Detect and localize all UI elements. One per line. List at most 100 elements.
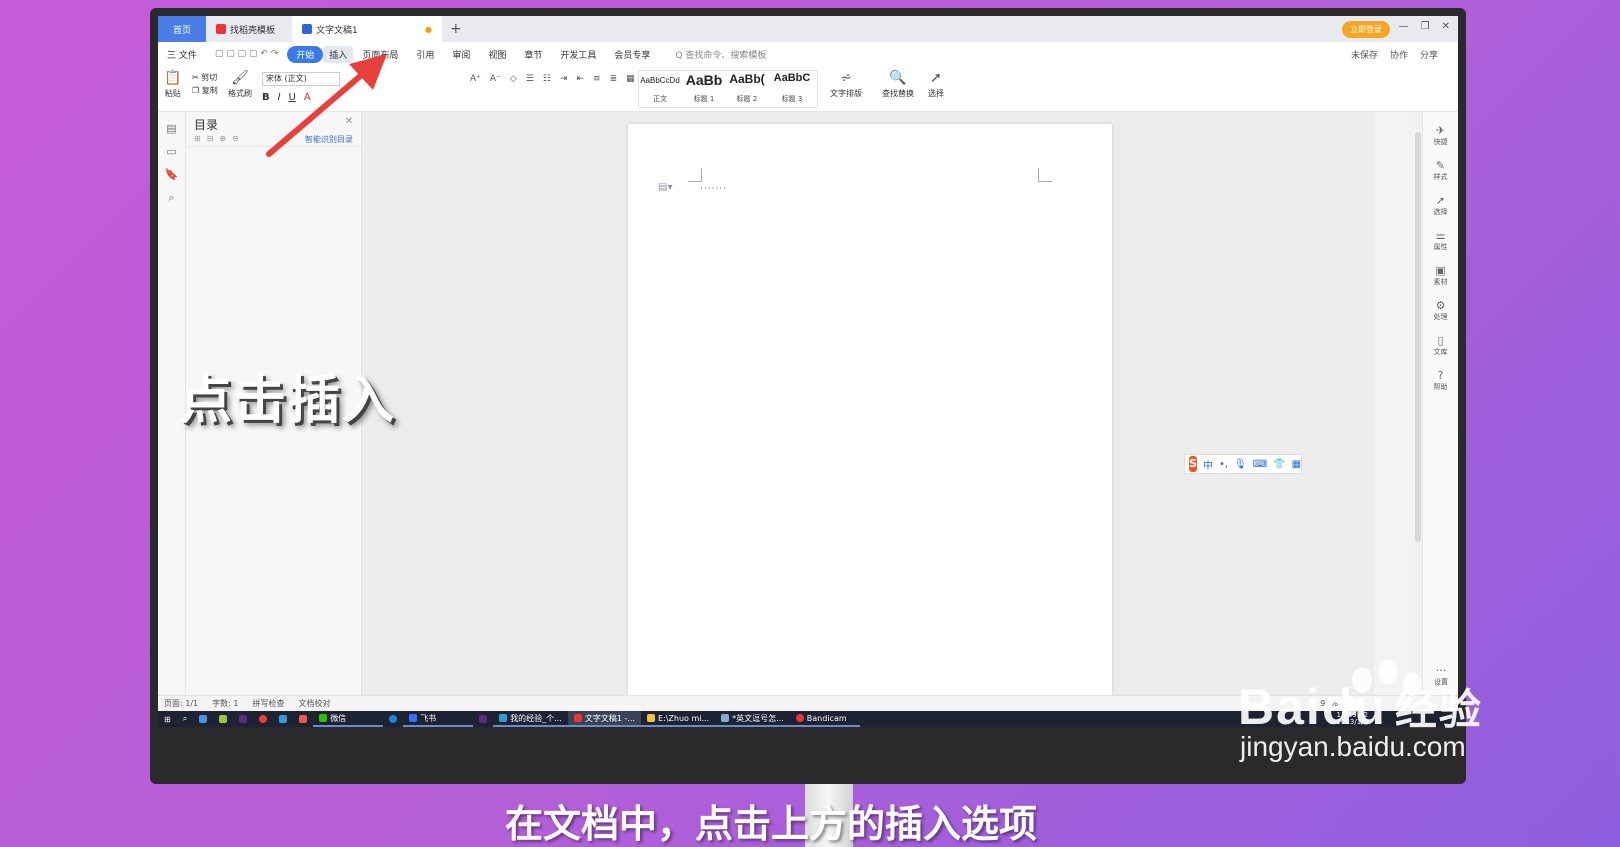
spell-check[interactable]: 拼写检查	[252, 698, 284, 709]
sidebar-item-help[interactable]: ? 帮助	[1423, 369, 1458, 392]
menu-item-chapter[interactable]: 章节	[515, 48, 551, 61]
sidebar-item-process[interactable]: ⚙ 处理	[1423, 299, 1458, 322]
chapter-icon[interactable]: ▭	[158, 145, 185, 158]
style-heading-3[interactable]: AaBbC 标题 3	[770, 72, 814, 104]
pin-icon[interactable]	[293, 711, 313, 727]
taskbar-app-wechat[interactable]: 微信	[313, 711, 384, 727]
watermark-logo: Baidu 经验	[1238, 679, 1483, 735]
browser-icon[interactable]	[273, 711, 293, 727]
right-sidebar: ✈ 快捷 ✎ 样式 ➚ 选择 ⚌ 属性 ▣ 素材 ⚙ 处理 ▯ 文库 ? 帮助 ··· 设置	[1422, 112, 1458, 695]
share-button[interactable]: 分享	[1420, 48, 1438, 61]
search-icon[interactable]: ⌕	[158, 191, 185, 205]
remove-icon[interactable]: ⊖	[232, 134, 239, 143]
document-proof[interactable]: 文档校对	[298, 698, 330, 709]
collapse-icon[interactable]: ⊟	[207, 134, 214, 143]
edge-icon[interactable]	[383, 711, 403, 727]
font-size-up-icon[interactable]: A⁺	[470, 74, 481, 84]
text-cursor-line: ·······	[700, 184, 728, 194]
minimize-icon[interactable]: —	[1399, 21, 1409, 32]
document-page[interactable]: ▤▾ ·······	[628, 124, 1112, 695]
select-button[interactable]: ➚ 选择	[928, 70, 944, 99]
numbered-list-icon[interactable]: ☷	[543, 74, 551, 84]
tab-template[interactable]: 找稻壳模板	[206, 16, 292, 42]
taskbar-app-notepad[interactable]: *英文逗号怎...	[715, 711, 790, 727]
vertical-scrollbar[interactable]	[1414, 112, 1422, 695]
scroll-thumb[interactable]	[1415, 132, 1421, 542]
font-size-down-icon[interactable]: A⁻	[490, 74, 501, 84]
sidebar-item-material[interactable]: ▣ 素材	[1423, 264, 1458, 287]
menu-item-member[interactable]: 会员专享	[605, 48, 659, 61]
paste-button[interactable]: 📋 粘贴	[164, 70, 181, 99]
taskbar-app-feishu[interactable]: 飞书	[403, 711, 474, 727]
toc-icon[interactable]: ▤	[158, 122, 185, 135]
start-icon[interactable]: ⊞	[158, 711, 177, 727]
align-center-icon[interactable]: ≣	[610, 74, 618, 84]
tab-home[interactable]: 首页	[158, 16, 206, 42]
skin-icon[interactable]: 👕	[1273, 459, 1285, 470]
format-painter-button[interactable]: 🖌 格式刷	[228, 70, 252, 99]
taskbar-app-jingyan[interactable]: 我的经验_个...	[493, 711, 568, 727]
ime-toolbar[interactable]: S 中 •, 🎙 ⌨ 👕 ▦	[1184, 454, 1302, 474]
bookmark-icon[interactable]: 🔖	[158, 168, 185, 181]
cursor-icon: ➚	[930, 70, 942, 86]
photos-icon[interactable]	[193, 711, 213, 727]
premiere-pr-icon[interactable]	[473, 711, 493, 727]
find-replace-button[interactable]: 🔍 查找替换	[882, 70, 914, 99]
new-tab-button[interactable]: +	[442, 21, 470, 37]
menu-item-developer[interactable]: 开发工具	[551, 48, 605, 61]
taskbar-app-bandicam[interactable]: Bandicam	[789, 711, 860, 727]
maximize-icon[interactable]: ❐	[1421, 21, 1430, 32]
style-heading-1[interactable]: AaBb 标题 1	[684, 72, 724, 104]
menu-item-view[interactable]: 视图	[479, 48, 515, 61]
arrow-shaft	[266, 69, 368, 157]
add-icon[interactable]: ⊕	[219, 134, 226, 143]
punctuation-icon[interactable]: •,	[1219, 459, 1228, 470]
menu-item-references[interactable]: 引用	[407, 48, 443, 61]
toc-title: 目录	[194, 118, 219, 132]
sidebar-item-style[interactable]: ✎ 样式	[1423, 159, 1458, 182]
ime-mode[interactable]: 中	[1203, 457, 1213, 472]
taskbar-app-wps[interactable]: 文字文稿1 -...	[567, 711, 641, 727]
clipboard-icon: 📋	[164, 70, 182, 86]
word-count[interactable]: 字数: 1	[212, 698, 238, 709]
outdent-icon[interactable]: ⇤	[576, 74, 584, 84]
sidebar-item-select[interactable]: ➚ 选择	[1423, 194, 1458, 217]
indent-icon[interactable]: ⇥	[560, 74, 568, 84]
bullet-list-icon[interactable]: ☰	[526, 74, 534, 84]
sidebar-item-library[interactable]: ▯ 文库	[1423, 334, 1458, 357]
margin-corner-tl	[688, 168, 702, 182]
collaborate-button[interactable]: 协作	[1390, 48, 1408, 61]
microphone-icon[interactable]: 🎙	[1234, 459, 1247, 470]
sidebar-item-quick[interactable]: ✈ 快捷	[1423, 124, 1458, 147]
copy-button[interactable]: ❐ 复制	[192, 85, 218, 96]
align-left-icon[interactable]: ≡	[593, 74, 601, 84]
search-taskbar-icon[interactable]: ⌕	[177, 711, 193, 727]
cut-button[interactable]: ✂ 剪切	[192, 72, 217, 83]
unsaved-status[interactable]: 未保存	[1351, 48, 1378, 61]
style-heading-2[interactable]: AaBb( 标题 2	[726, 72, 768, 104]
chrome-icon[interactable]	[253, 711, 273, 727]
keyboard-icon[interactable]: ⌨	[1253, 459, 1267, 470]
app-icon[interactable]	[213, 711, 233, 727]
page-count[interactable]: 页面: 1/1	[164, 698, 198, 709]
close-icon[interactable]: ✕	[1442, 21, 1450, 32]
clear-format-icon[interactable]: ◇	[510, 74, 517, 84]
text-layout-button[interactable]: ⩫ 文字排版	[830, 70, 862, 99]
taskbar-app-explorer[interactable]: E:\Zhuo mi...	[640, 711, 716, 727]
border-icon[interactable]: ▦	[626, 74, 635, 84]
file-menu[interactable]: 三 文件	[158, 48, 206, 61]
baidu-watermark: Baidu 经验 jingyan.baidu.com	[1238, 676, 1483, 763]
style-normal[interactable]: AaBbCcDd 正文	[640, 72, 680, 104]
paragraph-mark-icon: ▤▾	[658, 182, 673, 193]
premiere-icon[interactable]	[233, 711, 253, 727]
writer-doc-icon	[302, 24, 312, 34]
expand-icon[interactable]: ⊞	[194, 134, 201, 143]
menu-item-review[interactable]: 审阅	[443, 48, 479, 61]
sliders-icon: ⚌	[1435, 229, 1446, 242]
toolbox-icon[interactable]: ▦	[1292, 459, 1301, 470]
login-button[interactable]: 立即登录	[1342, 21, 1390, 38]
sidebar-item-properties[interactable]: ⚌ 属性	[1423, 229, 1458, 252]
command-search[interactable]: Q 查找命令、搜索模板	[659, 48, 766, 61]
watermark-url: jingyan.baidu.com	[1240, 731, 1466, 762]
tab-document[interactable]: 文字文稿1 ●	[292, 16, 442, 42]
